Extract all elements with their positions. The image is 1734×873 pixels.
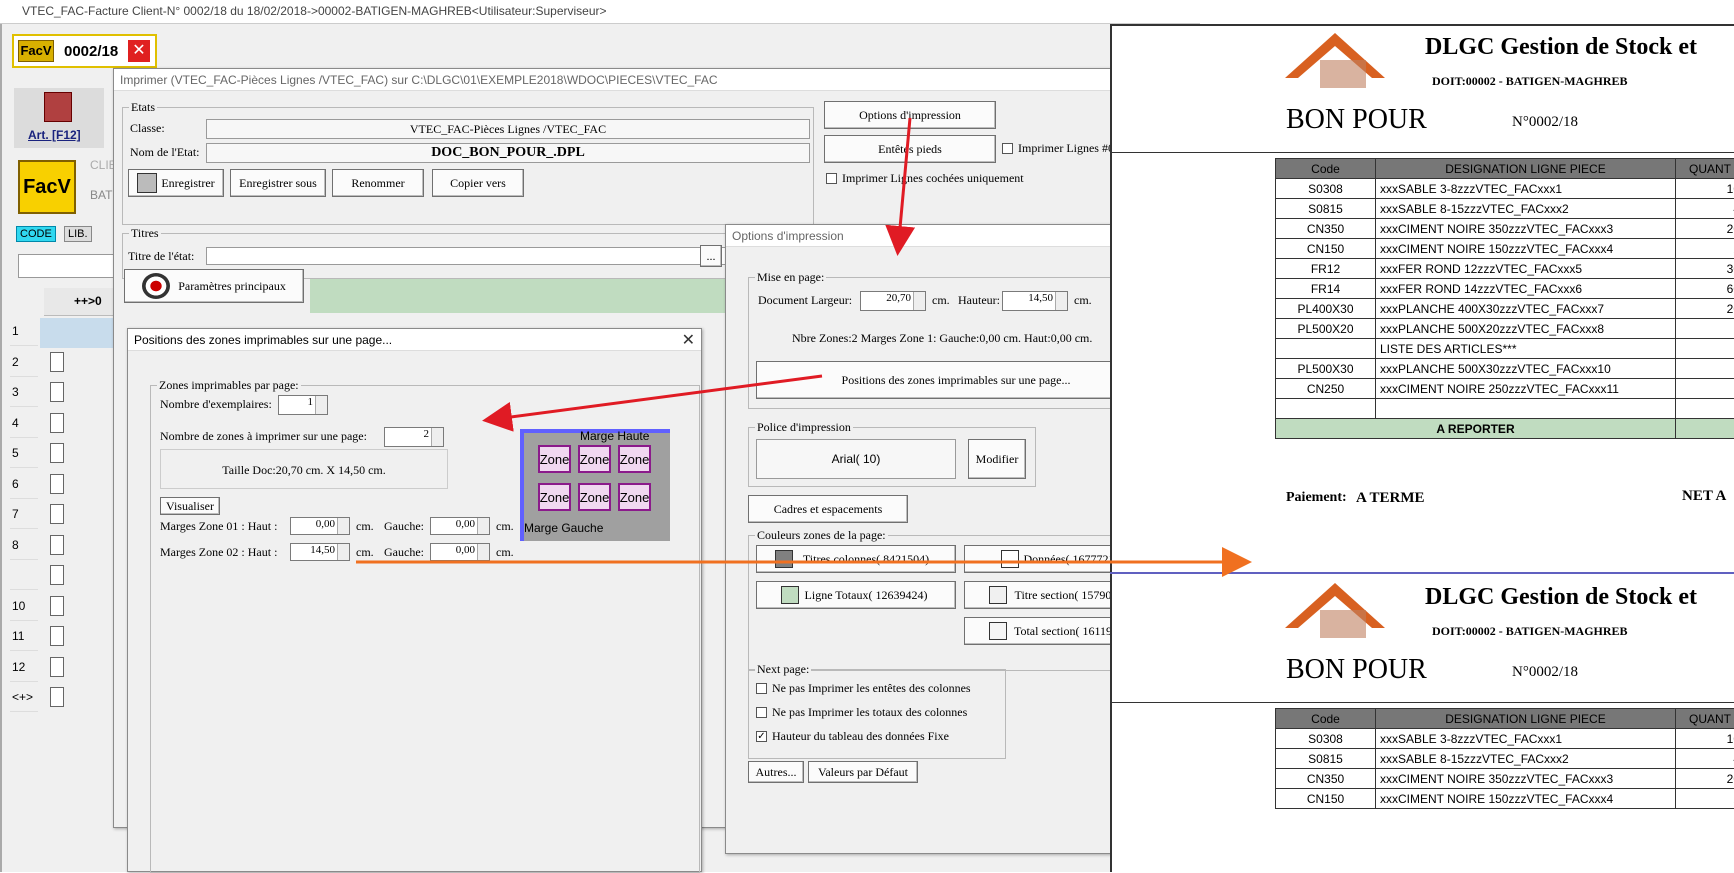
- annotation-arrows: [0, 0, 1734, 872]
- arrow-positions-to-zones: [488, 376, 822, 420]
- arrow-options-to-dialog: [898, 118, 910, 250]
